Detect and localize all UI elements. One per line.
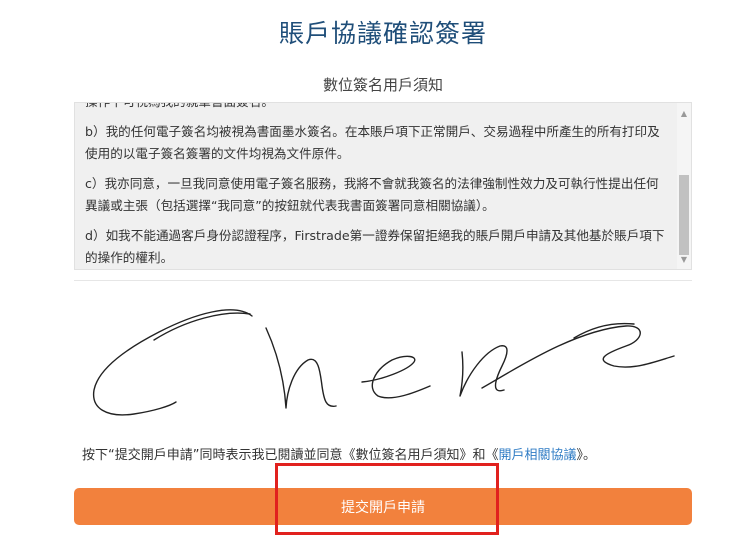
- account-agreement-page: 賬戶協議確認簽署 數位簽名用戶須知 操作下可視為我的親筆書面簽名。 b）我的任何…: [0, 0, 740, 552]
- scroll-up-icon[interactable]: ▲: [677, 107, 691, 121]
- agreements-link[interactable]: 開戶相關協議: [498, 448, 576, 463]
- scroll-down-icon[interactable]: ▼: [677, 253, 691, 267]
- submit-application-button[interactable]: 提交開戶申請: [74, 488, 692, 525]
- consent-suffix: 》。: [576, 448, 597, 463]
- page-title: 賬戶協議確認簽署: [278, 19, 487, 48]
- terms-scroll-box[interactable]: 操作下可視為我的親筆書面簽名。 b）我的任何電子簽名均被視為書面墨水簽名。在本賬…: [74, 102, 692, 270]
- terms-heading: 數位簽名用戶須知: [322, 76, 443, 94]
- signature-pad[interactable]: [74, 290, 692, 430]
- terms-paragraph-b: b）我的任何電子簽名均被視為書面墨水簽名。在本賬戶項下正常開戶、交易過程中所產生…: [85, 124, 660, 161]
- handwritten-signature: [92, 309, 675, 416]
- consent-text: 按下“提交開戶申請”同時表示我已閱讀並同意《數位簽名用戶須知》和《開戶相關協議》…: [82, 444, 702, 463]
- section-divider: [74, 280, 692, 281]
- terms-scrollbar[interactable]: ▲ ▼: [677, 103, 691, 269]
- terms-paragraph-d: d）如我不能通過客戶身份認證程序，Firstrade第一證券保留拒絕我的賬戶開戶…: [85, 228, 665, 265]
- terms-paragraph-a: 操作下可視為我的親筆書面簽名。: [85, 103, 665, 113]
- terms-paragraph-c: c）我亦同意，一旦我同意使用電子簽名服務，我將不會就我簽名的法律強制性效力及可執…: [85, 176, 659, 213]
- consent-prefix: 按下“提交開戶申請”同時表示我已閱讀並同意《數位簽名用戶須知》和《: [82, 448, 499, 463]
- terms-content: 操作下可視為我的親筆書面簽名。 b）我的任何電子簽名均被視為書面墨水簽名。在本賬…: [85, 103, 665, 269]
- scroll-thumb[interactable]: [679, 175, 689, 255]
